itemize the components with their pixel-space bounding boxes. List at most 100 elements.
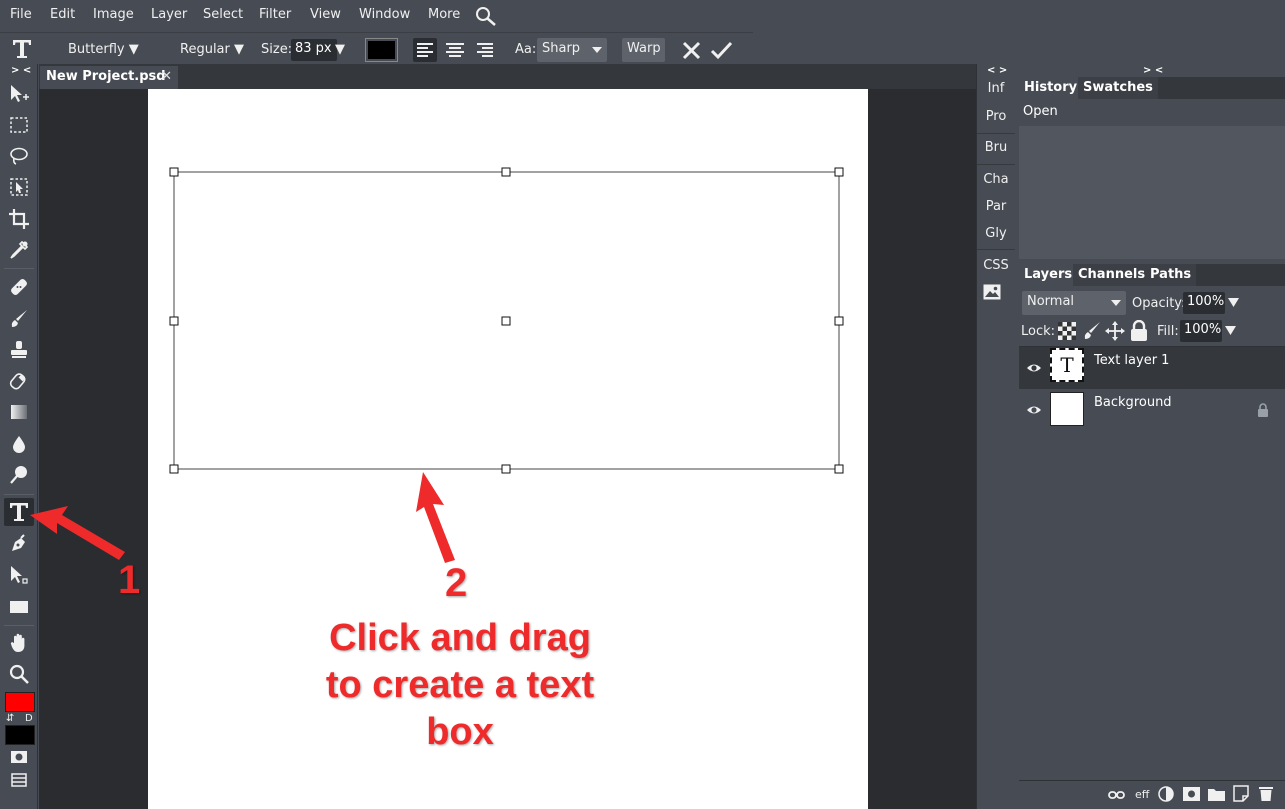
warp-button[interactable]: Warp <box>622 38 665 62</box>
type-icon <box>10 503 28 521</box>
menu-layer[interactable]: Layer <box>151 7 187 22</box>
lock-pixels-brush-icon[interactable] <box>1082 321 1102 341</box>
properties-panel-button[interactable]: Pro <box>977 109 1015 124</box>
font-style-dropdown[interactable]: Regular ▼ <box>180 42 244 57</box>
cancel-edit-icon[interactable] <box>681 40 702 61</box>
menu-bar: File Edit Image Layer Select Filter View… <box>0 0 1285 32</box>
fill-dropdown-arrow-icon[interactable] <box>1225 326 1236 335</box>
character-panel-button[interactable]: Cha <box>977 172 1015 187</box>
transform-handle[interactable] <box>501 167 511 177</box>
adjustment-layer-icon[interactable] <box>1158 786 1174 802</box>
eyedropper-tool[interactable] <box>4 236 34 264</box>
transform-handle[interactable] <box>501 316 511 326</box>
font-family-dropdown[interactable]: Butterfly ▼ <box>68 42 139 57</box>
layer-name-text[interactable]: Text layer 1 <box>1094 353 1169 368</box>
menu-view[interactable]: View <box>310 7 341 22</box>
opacity-field[interactable]: 100% <box>1183 292 1225 314</box>
tab-swatches[interactable]: Swatches <box>1078 77 1158 99</box>
screen-mode-button[interactable] <box>4 769 34 791</box>
blur-tool[interactable] <box>4 430 34 458</box>
menu-select[interactable]: Select <box>203 7 243 22</box>
menu-more[interactable]: More <box>428 7 460 22</box>
transform-handle[interactable] <box>834 464 844 474</box>
document-tab[interactable]: New Project.psd ✕ <box>40 66 178 89</box>
lock-all-icon[interactable] <box>1129 320 1149 341</box>
transform-handle[interactable] <box>169 167 179 177</box>
toolbar-separator <box>4 268 34 269</box>
layer-visibility-eye-icon[interactable] <box>1026 402 1042 418</box>
hand-tool[interactable] <box>4 629 34 657</box>
menu-image[interactable]: Image <box>93 7 134 22</box>
align-left-button[interactable] <box>413 38 437 62</box>
tab-paths[interactable]: Paths <box>1145 264 1197 286</box>
swap-colors-icon[interactable]: ⇵ <box>6 713 14 724</box>
delete-layer-trash-icon[interactable] <box>1258 785 1274 802</box>
mid-collapse-toggle[interactable]: < > <box>987 65 1007 76</box>
lasso-tool[interactable] <box>4 142 34 170</box>
tab-history[interactable]: History <box>1019 77 1083 99</box>
marquee-tool[interactable] <box>4 111 34 139</box>
arrow-to-text-box <box>416 472 455 563</box>
history-list: Open <box>1019 99 1285 259</box>
glyphs-panel-button[interactable]: Gly <box>977 226 1015 241</box>
text-color-swatch[interactable] <box>365 38 398 62</box>
layer-name-background[interactable]: Background <box>1094 395 1172 410</box>
quick-mask-button[interactable] <box>4 745 34 769</box>
tab-layers[interactable]: Layers <box>1019 264 1078 286</box>
align-right-button[interactable] <box>473 38 497 62</box>
tab-channels[interactable]: Channels <box>1073 264 1151 286</box>
link-layers-icon[interactable] <box>1108 788 1125 802</box>
menu-window[interactable]: Window <box>359 7 410 22</box>
bandage-icon <box>11 279 27 295</box>
annotation-line-3: box <box>426 711 494 753</box>
background-color-swatch[interactable] <box>5 725 35 745</box>
info-panel-button[interactable]: Inf <box>977 81 1015 96</box>
transform-handle[interactable] <box>834 316 844 326</box>
history-item[interactable]: Open <box>1019 99 1285 126</box>
layer-effects-button[interactable]: eff <box>1135 788 1149 801</box>
opacity-label: Opacity: <box>1132 296 1186 311</box>
lock-transparency-icon[interactable] <box>1058 322 1076 340</box>
brush-panel-button[interactable]: Bru <box>977 140 1015 155</box>
move-tool[interactable] <box>4 80 34 108</box>
menu-edit[interactable]: Edit <box>50 7 75 22</box>
text-box-bounding-frame[interactable] <box>165 163 855 483</box>
css-panel-button[interactable]: CSS <box>977 258 1015 273</box>
transform-handle[interactable] <box>169 316 179 326</box>
anti-alias-dropdown[interactable]: Sharp <box>537 38 607 62</box>
font-size-field[interactable]: 83 px <box>291 39 337 61</box>
new-group-folder-icon[interactable] <box>1208 787 1225 801</box>
quick-selection-tool[interactable] <box>4 173 34 201</box>
lock-position-move-icon[interactable] <box>1105 321 1125 341</box>
foreground-color-swatch[interactable] <box>5 692 35 712</box>
right-collapse-toggle[interactable]: > < <box>1143 65 1163 76</box>
search-icon[interactable] <box>474 5 498 27</box>
options-bar-filler <box>753 32 1285 64</box>
commit-edit-icon[interactable] <box>710 40 733 61</box>
fill-field[interactable]: 100% <box>1180 320 1222 342</box>
clone-stamp-tool[interactable] <box>4 336 34 364</box>
blend-mode-dropdown[interactable]: Normal <box>1022 291 1126 315</box>
menu-filter[interactable]: Filter <box>259 7 291 22</box>
new-layer-icon[interactable] <box>1233 785 1249 802</box>
gradient-tool[interactable] <box>4 398 34 426</box>
annotation-step-2: 2 <box>445 561 468 605</box>
layer-visibility-eye-icon[interactable] <box>1026 360 1042 376</box>
image-panel-icon[interactable] <box>983 284 1001 300</box>
brush-tool[interactable] <box>4 305 34 333</box>
menu-file[interactable]: File <box>10 7 32 22</box>
font-size-dropdown-arrow[interactable]: ▼ <box>335 42 345 57</box>
text-layer-thumbnail: T <box>1050 348 1084 382</box>
add-mask-icon[interactable] <box>1183 787 1200 801</box>
opacity-dropdown-arrow-icon[interactable] <box>1228 298 1239 307</box>
close-tab-icon[interactable]: ✕ <box>161 69 172 84</box>
healing-brush-tool[interactable] <box>4 273 34 301</box>
transform-handle[interactable] <box>834 167 844 177</box>
eraser-tool[interactable] <box>4 367 34 395</box>
paragraph-panel-button[interactable]: Par <box>977 199 1015 214</box>
default-colors-button[interactable]: D <box>25 713 33 724</box>
align-center-button[interactable] <box>443 38 467 62</box>
zoom-tool[interactable] <box>4 660 34 688</box>
toolbar-collapse-toggle[interactable]: > < <box>11 65 31 76</box>
crop-tool[interactable] <box>4 205 34 233</box>
